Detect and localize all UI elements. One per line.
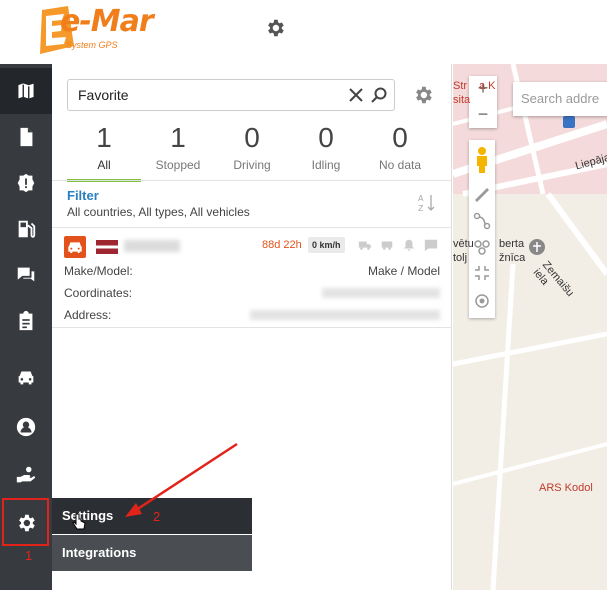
sidebar-item-messages[interactable] — [0, 252, 52, 298]
alert-icon — [17, 173, 35, 193]
locate-icon[interactable] — [473, 292, 491, 310]
settings-highlight-box — [2, 498, 49, 546]
map-label: tolj — [453, 252, 468, 264]
coordinates-value-blurred — [322, 288, 440, 298]
search-box — [67, 79, 395, 111]
map-poi-label: ARS Kodol — [539, 482, 593, 494]
map-label: berta — [499, 238, 525, 250]
status-count: 0 — [392, 122, 408, 153]
search-input[interactable] — [78, 87, 338, 103]
sidebar-item-vehicles[interactable] — [0, 354, 52, 400]
bell-icon — [403, 239, 415, 251]
status-label: Driving — [233, 158, 271, 172]
make-model-label: Make/Model: — [64, 264, 133, 278]
vehicle-state-icons — [358, 238, 438, 252]
status-count: 0 — [318, 122, 334, 153]
tab-driving[interactable]: 0 Driving — [215, 122, 289, 182]
tab-all[interactable]: 1 All — [67, 122, 141, 182]
filter-title: Filter — [67, 188, 99, 203]
speed-badge: 0 km/h — [308, 237, 345, 253]
message-icon — [424, 239, 438, 252]
tab-stopped[interactable]: 1 Stopped — [141, 122, 215, 182]
logo-subtitle: System GPS — [66, 40, 118, 50]
route-icon[interactable] — [473, 212, 491, 230]
car-icon — [68, 242, 82, 253]
map-icon — [17, 81, 35, 101]
submenu-item-integrations[interactable]: Integrations — [52, 535, 252, 571]
stop-duration: 88d 22h — [262, 239, 302, 251]
collapse-icon[interactable] — [473, 264, 491, 282]
sidebar-item-reports[interactable] — [0, 298, 52, 344]
chat-icon — [17, 267, 35, 282]
sidebar-item-map[interactable] — [0, 68, 52, 114]
close-icon[interactable] — [348, 87, 364, 103]
gear-icon[interactable] — [412, 84, 434, 106]
status-count: 1 — [170, 122, 186, 153]
map-toolbar — [469, 140, 495, 318]
address-label: Address: — [64, 308, 112, 322]
address-value-blurred — [250, 310, 440, 320]
annotation-marker-1: 1 — [25, 548, 33, 563]
map-label: sita — [453, 94, 471, 106]
document-icon — [20, 127, 33, 147]
app-root: e-Mar System GPS 1 Favorite 1 All 1 Stop… — [0, 0, 607, 590]
map-label: vētu — [453, 238, 474, 250]
logo-text: e-Mar — [60, 4, 154, 39]
street-view-icon[interactable] — [473, 146, 491, 174]
status-count: 1 — [96, 122, 112, 153]
settings-submenu: Settings Integrations — [52, 498, 252, 572]
sidebar-item-fuel[interactable] — [0, 206, 52, 252]
status-label: All — [97, 158, 111, 172]
country-flag-icon — [96, 240, 118, 254]
truck-icon — [358, 241, 372, 250]
hand-icon — [16, 466, 36, 483]
ruler-icon[interactable] — [473, 186, 491, 204]
hand-cursor-icon — [72, 513, 86, 530]
sidebar-item-alerts[interactable] — [0, 160, 52, 206]
gear-icon[interactable] — [264, 17, 286, 39]
vehicle-plate-blurred — [124, 240, 180, 252]
map-label: žnīca — [499, 252, 526, 264]
status-label: Idling — [311, 158, 341, 172]
search-icon[interactable] — [370, 86, 388, 104]
vehicle-list-item[interactable]: 88d 22h 0 km/h Make/Model: Make / Model … — [52, 228, 452, 328]
zoom-out-button[interactable]: − — [469, 102, 497, 128]
tab-idling[interactable]: 0 Idling — [289, 122, 363, 182]
map-area[interactable]: + − Search addre Str a K sita Liepāja vē… — [453, 64, 607, 590]
sidebar: 1 — [0, 64, 52, 590]
cluster-icon[interactable] — [473, 238, 491, 256]
trailer-icon — [381, 241, 393, 250]
sort-icon[interactable]: A Z — [417, 192, 437, 214]
map-label: Str — [453, 80, 468, 92]
make-model-value: Make / Model — [367, 264, 440, 278]
status-label: Stopped — [155, 158, 201, 172]
annotation-marker-2: 2 — [153, 509, 161, 524]
user-icon — [16, 417, 36, 437]
sidebar-item-documents[interactable] — [0, 114, 52, 160]
tab-no-data[interactable]: 0 No data — [363, 122, 437, 182]
sidebar-item-services[interactable] — [0, 452, 52, 498]
divider — [52, 180, 452, 181]
status-tabs: 1 All 1 Stopped 0 Driving 0 Idling 0 No … — [67, 122, 437, 182]
svg-text:A: A — [418, 194, 424, 203]
clipboard-icon — [19, 310, 33, 331]
sidebar-item-account[interactable] — [0, 404, 52, 450]
car-icon — [18, 371, 34, 385]
header: e-Mar System GPS — [0, 0, 607, 64]
svg-text:Z: Z — [418, 204, 424, 213]
car-status-icon — [64, 236, 86, 258]
filter-section[interactable]: Filter All countries, All types, All veh… — [67, 188, 437, 224]
status-label: No data — [378, 158, 422, 172]
status-count: 0 — [244, 122, 260, 153]
map-label: a K — [479, 80, 496, 92]
filter-description: All countries, All types, All vehicles — [67, 205, 250, 219]
fuel-icon — [18, 220, 36, 238]
map-search-input[interactable]: Search addre — [513, 82, 607, 116]
coordinates-label: Coordinates: — [64, 286, 133, 300]
